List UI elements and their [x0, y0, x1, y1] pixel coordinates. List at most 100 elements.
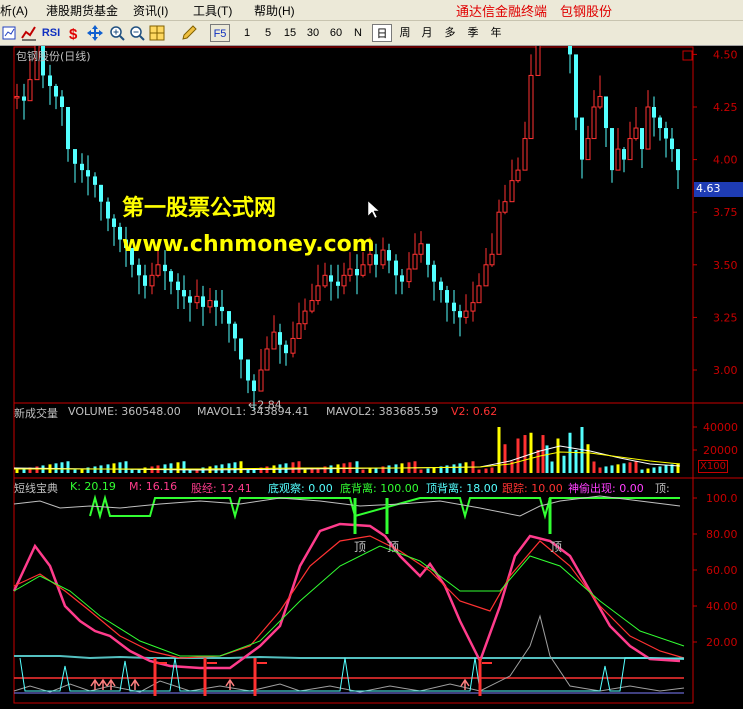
price-axis-label: 4.25: [713, 101, 738, 114]
candle-body: [645, 106, 651, 150]
volume-bar: [182, 461, 186, 473]
candle-body: [60, 96, 64, 107]
candle-body: [502, 201, 508, 213]
candle-body: [264, 348, 270, 371]
menu-hk-futures[interactable]: 港股期货基金: [46, 2, 118, 19]
volume-indicator-name: 新成交量: [14, 407, 58, 420]
k-value: K: 20.19: [70, 480, 116, 493]
grid-icon[interactable]: [148, 24, 166, 42]
candle-body: [509, 180, 515, 203]
candle-body: [432, 264, 436, 282]
gray-bottom-line: [13, 614, 685, 693]
pencil-icon[interactable]: [180, 24, 198, 42]
volume-bar: [556, 438, 560, 473]
candle-body: [568, 0, 572, 55]
volume-bar: [227, 463, 231, 473]
price-axis-label: 3.75: [713, 206, 738, 219]
volume-bar: [634, 461, 638, 473]
up-arrow-icon: [130, 678, 140, 690]
volume-bar: [387, 465, 391, 473]
volume-unit: X100: [698, 460, 728, 473]
move-icon[interactable]: [86, 24, 104, 42]
rsi-button[interactable]: RSI: [38, 24, 64, 42]
volume-bar: [124, 461, 128, 473]
period-5min[interactable]: 5: [259, 24, 277, 42]
volume-bar: [361, 469, 365, 473]
indicator-name: 短线宝典: [14, 482, 58, 495]
dingbeili-value: 顶背离: 18.00: [426, 482, 498, 495]
period-quarter[interactable]: 季: [464, 24, 482, 42]
price-axis-label: 3.50: [713, 259, 738, 272]
chart-icon[interactable]: [1, 24, 19, 42]
candle-body: [445, 290, 449, 303]
candle-body: [394, 260, 398, 276]
menu-tools[interactable]: 工具(T): [193, 2, 232, 19]
period-1min[interactable]: 1: [238, 24, 256, 42]
dibeili-value: 底背离: 100.00: [340, 482, 419, 495]
dollar-icon[interactable]: $: [64, 24, 82, 42]
line-chart-icon[interactable]: [20, 24, 38, 42]
volume-bar: [368, 468, 372, 473]
candle-body: [412, 253, 418, 270]
volume-bar: [15, 469, 19, 473]
period-day[interactable]: 日: [372, 24, 392, 42]
volume-bar: [381, 466, 385, 473]
period-15min[interactable]: 15: [280, 24, 300, 42]
volume-bar: [426, 468, 430, 473]
volume-bar: [640, 469, 644, 473]
period-n[interactable]: N: [349, 24, 367, 42]
candle-body: [476, 285, 482, 304]
period-month[interactable]: 月: [418, 24, 436, 42]
volume-bar: [66, 461, 70, 473]
chart-frame: [13, 46, 694, 704]
price-axis-label: 4.50: [713, 48, 738, 61]
candle-body: [406, 268, 412, 283]
candle-body: [627, 138, 633, 161]
candle-body: [112, 218, 116, 227]
candle-body: [360, 264, 366, 276]
candle-body: [522, 138, 528, 171]
indicator-axis-label: 100.0: [706, 492, 738, 505]
volume-bar: [541, 435, 545, 473]
volume-bar: [458, 463, 462, 473]
candle-body: [580, 117, 584, 160]
period-year[interactable]: 年: [487, 24, 505, 42]
candle-body: [489, 253, 495, 266]
volume-value: VOLUME: 360548.00: [68, 405, 181, 418]
kline-chart-area[interactable]: 5.505.255.004.754.504.254.003.753.503.25…: [0, 0, 743, 704]
candle-body: [86, 170, 90, 177]
menu-info[interactable]: 资讯(I): [133, 2, 168, 19]
period-60min[interactable]: 60: [326, 24, 346, 42]
period-30min[interactable]: 30: [303, 24, 323, 42]
top-mark-label: 顶: [354, 540, 366, 554]
candle-body: [341, 274, 347, 287]
menu-help[interactable]: 帮助(H): [254, 2, 295, 19]
f5-button[interactable]: F5: [210, 24, 230, 42]
candle-body: [597, 95, 603, 108]
candle-body: [290, 337, 296, 354]
period-week[interactable]: 周: [396, 24, 414, 42]
candle-body: [418, 243, 424, 255]
volume-bar: [355, 461, 359, 473]
watermark-url: www.chnmoney.com: [122, 232, 375, 257]
kline-chart-svg[interactable]: 5.505.255.004.754.504.254.003.753.503.25…: [0, 0, 743, 704]
up-arrow-icon: [90, 678, 100, 690]
zoom-out-icon[interactable]: [128, 24, 146, 42]
candle-body: [640, 128, 644, 150]
volume-bar: [529, 432, 533, 473]
svg-text:$: $: [69, 26, 78, 42]
period-multi[interactable]: 多: [441, 24, 459, 42]
volume-bar: [445, 465, 449, 473]
menu-analysis[interactable]: 析(A): [0, 2, 28, 19]
volume-bar: [616, 464, 620, 473]
candle-body: [336, 281, 340, 286]
volume-bar: [60, 462, 64, 473]
volume-bar: [604, 466, 608, 473]
main-panel-title: 包钢股份(日线): [16, 50, 91, 63]
zoom-in-icon[interactable]: [108, 24, 126, 42]
candle-body: [528, 74, 534, 140]
candle-body: [309, 300, 315, 312]
volume-bar: [598, 467, 602, 473]
candle-body: [169, 271, 173, 282]
candle-body: [239, 338, 243, 360]
